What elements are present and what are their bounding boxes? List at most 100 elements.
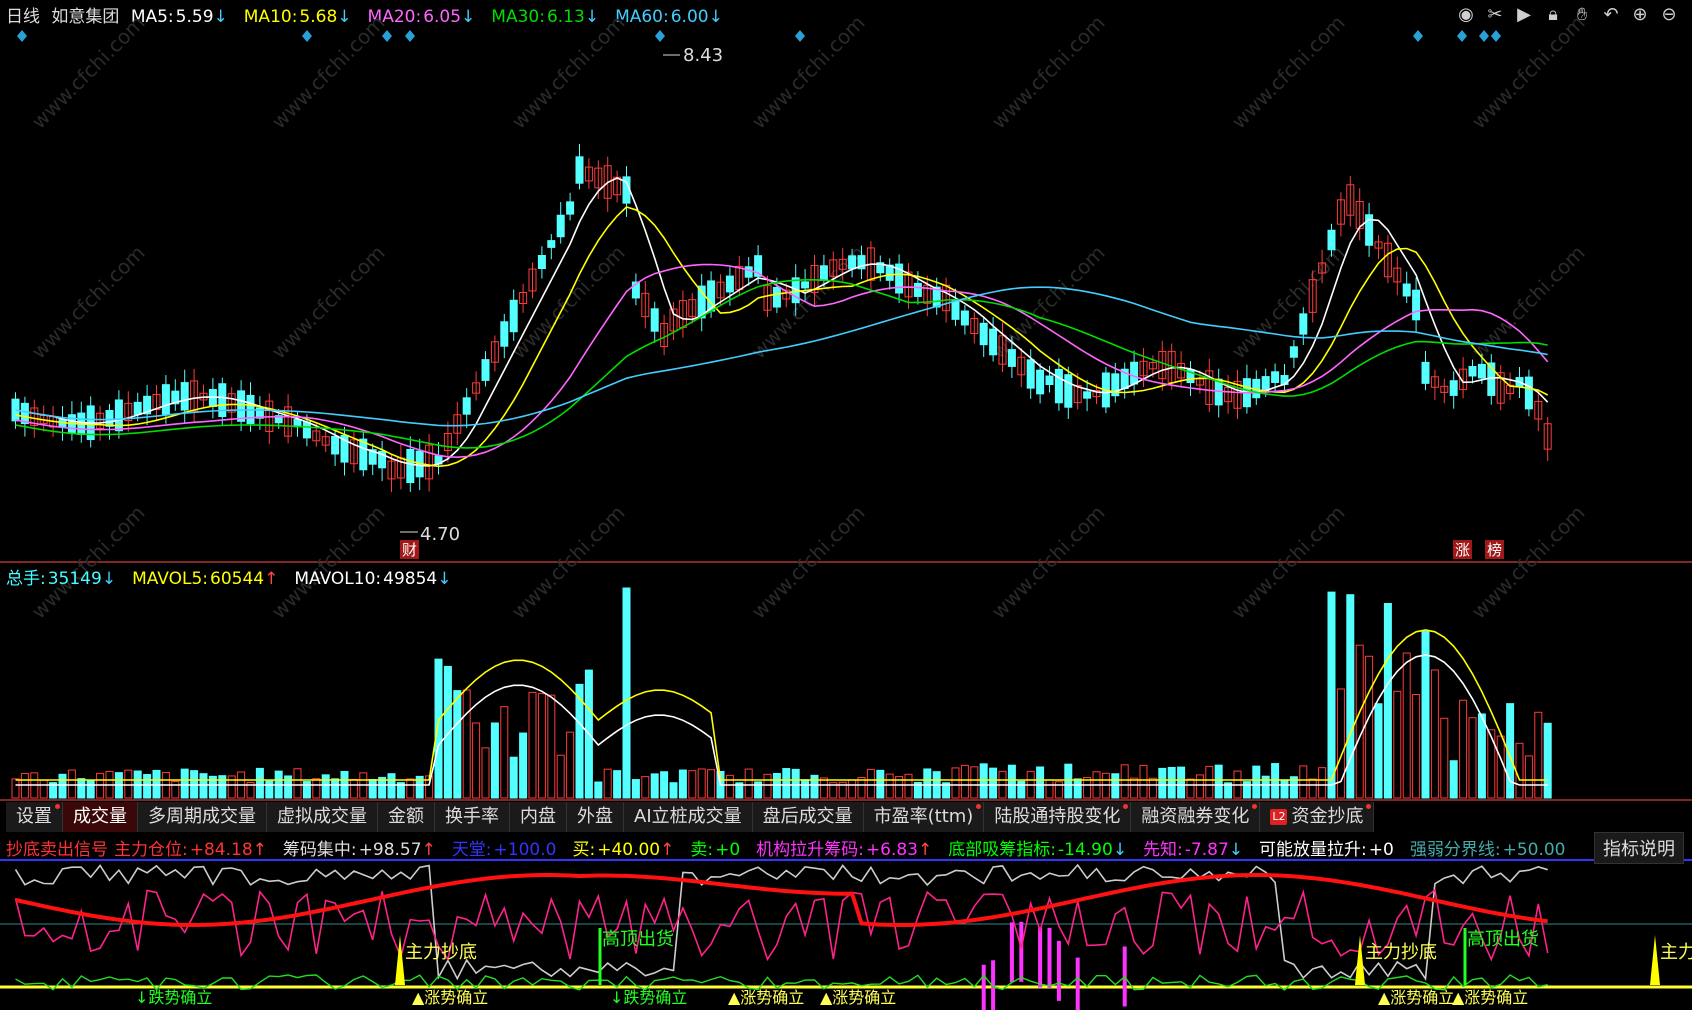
ind-item-label: 机构拉升筹码:	[756, 840, 864, 860]
tab-3[interactable]: 虚拟成交量	[267, 802, 378, 832]
ind-item-2: 天堂: +100.0	[452, 840, 567, 860]
signal-trend: ↓跌势确立	[135, 988, 212, 1007]
ind-item-value: +98.57	[358, 840, 422, 860]
ind-item-value: +0	[1368, 840, 1394, 860]
watermark: www.cfchi.com	[507, 241, 630, 364]
volume-bar	[528, 691, 537, 799]
ind-item-3: 买: +40.00↑	[572, 840, 684, 860]
tab-7[interactable]: 外盘	[567, 802, 624, 832]
candle	[1130, 361, 1139, 385]
tab-label: 市盈率(ttm)	[873, 806, 974, 827]
ind-item-value: -7.87	[1184, 840, 1229, 860]
candle	[302, 421, 311, 439]
signal-trend: ▲涨势确立	[1452, 988, 1528, 1007]
ind-item-value: +0	[715, 840, 741, 860]
candle	[951, 300, 960, 320]
volume-bar	[1421, 631, 1430, 799]
volume-bar	[631, 779, 640, 799]
candle	[1402, 283, 1411, 297]
volume-bar	[819, 777, 828, 799]
ind-item-arrow: ↑	[421, 840, 436, 860]
candle	[406, 448, 415, 484]
volume-bar	[566, 731, 575, 799]
volume-bar	[1242, 781, 1251, 799]
ind-item-6: 底部吸筹指标: -14.90↓	[948, 840, 1137, 860]
volume-bar	[1139, 764, 1148, 799]
low-label: 4.70	[420, 524, 460, 545]
candle	[1271, 371, 1280, 383]
volume-bar	[1130, 777, 1139, 799]
ind-item-value: +6.83	[865, 840, 919, 860]
tab-11[interactable]: 陆股通持股变化	[984, 802, 1132, 832]
ind-item-value: +50.00	[1502, 840, 1566, 860]
volume-bar	[453, 690, 462, 799]
signal-top-sell: 高顶出货	[602, 929, 674, 950]
watermark: www.cfchi.com	[27, 241, 150, 364]
tab-4[interactable]: 金额	[378, 802, 435, 832]
ind-item-value: +100.0	[493, 840, 557, 860]
volume-bar	[1318, 767, 1327, 799]
volume-bar	[199, 773, 208, 799]
volume-bar	[622, 587, 631, 799]
institution-bar	[1009, 922, 1014, 983]
volume-bar	[349, 778, 358, 799]
volume-bar	[556, 754, 565, 799]
volume-bar	[1064, 763, 1073, 799]
tab-6[interactable]: 内盘	[510, 802, 567, 832]
volume-bar	[1177, 766, 1186, 799]
vol-item-0: 总手: 35149↓	[6, 569, 126, 589]
tab-1[interactable]: 成交量	[63, 802, 138, 832]
volume-bar	[77, 778, 86, 799]
watermark: www.cfchi.com	[267, 11, 390, 134]
tab-2[interactable]: 多周期成交量	[138, 802, 267, 832]
volume-bar	[1515, 742, 1524, 799]
signal-trend: ↓跌势确立	[610, 988, 687, 1007]
candle	[1054, 368, 1063, 404]
candle	[1083, 391, 1092, 399]
tab-label: 换手率	[445, 806, 499, 827]
candle	[180, 382, 189, 411]
tab-label: 多周期成交量	[148, 806, 256, 827]
volume-bar	[1036, 766, 1045, 799]
tab-8[interactable]: AI立桩成交量	[624, 802, 753, 832]
ind-item-label: 底部吸筹指标:	[948, 840, 1056, 860]
tab-0[interactable]: 设置	[6, 802, 63, 832]
volume-bar	[537, 693, 546, 799]
ind-item-label: 买:	[572, 840, 596, 860]
candle	[650, 308, 659, 332]
volume-bar	[979, 763, 988, 799]
volume-bar	[11, 778, 20, 799]
signal-top-sell: 高顶出货	[1467, 929, 1539, 950]
vol-item-arrow: ↓	[101, 569, 117, 589]
volume-bar	[1543, 722, 1552, 799]
candle	[801, 281, 810, 289]
candle	[1289, 346, 1298, 358]
candle	[989, 328, 998, 356]
tab-5[interactable]: 换手率	[435, 802, 510, 832]
volume-bar	[1487, 729, 1496, 799]
candle	[979, 322, 988, 346]
tab-9[interactable]: 盘后成交量	[752, 802, 864, 832]
ind-item-label: 天堂:	[451, 840, 492, 860]
indicator-explain-button[interactable]: 指标说明	[1594, 832, 1684, 864]
candle	[161, 384, 170, 415]
candle	[772, 286, 781, 308]
volume-bar	[960, 764, 969, 799]
earnings-marker: 财	[402, 541, 417, 559]
volume-bar	[1111, 773, 1120, 799]
volume-bar	[866, 768, 875, 799]
volume-bar	[321, 774, 330, 799]
volume-bar	[1158, 767, 1167, 799]
volume-bar	[810, 774, 819, 799]
tab-12[interactable]: 融资融券变化	[1131, 802, 1261, 832]
tab-13[interactable]: L2 资金抄底	[1260, 802, 1375, 832]
tab-dot	[1366, 804, 1372, 809]
watermark: www.cfchi.com	[987, 241, 1110, 364]
ind-item-arrow: ↑	[252, 840, 267, 860]
tab-10[interactable]: 市盈率(ttm)	[863, 802, 985, 832]
volume-bar	[1186, 778, 1195, 799]
event-diamond	[17, 30, 27, 42]
candle	[566, 201, 575, 215]
volume-bar	[265, 780, 274, 799]
volume-bar	[1468, 717, 1477, 799]
